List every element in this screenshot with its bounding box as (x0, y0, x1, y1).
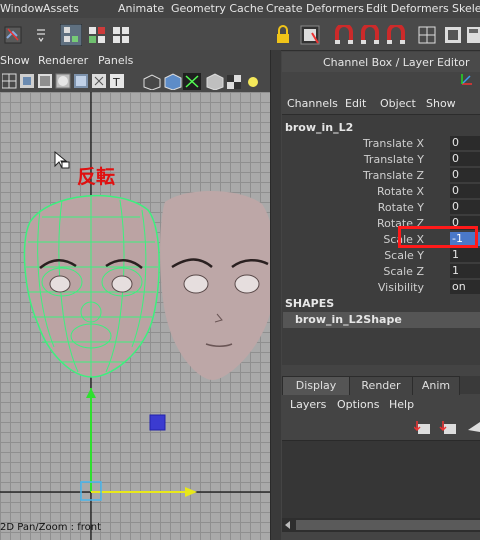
menu-animate[interactable]: Animate (118, 2, 164, 15)
shapes-section-label: SHAPES (285, 297, 335, 310)
options-menu[interactable]: Options (337, 398, 379, 411)
select-by-hierarchy-icon[interactable] (60, 24, 82, 46)
select-by-component-icon[interactable] (112, 26, 130, 44)
snap-to-point-magnet-icon[interactable] (386, 25, 408, 45)
translate-y-label[interactable]: Translate Y (364, 153, 424, 166)
layer-buttons (414, 421, 480, 434)
layers-menu[interactable]: Layers (290, 398, 326, 411)
translate-z-value[interactable]: 0 (450, 168, 480, 182)
help-menu[interactable]: Help (389, 398, 414, 411)
visibility-value[interactable]: on (450, 280, 480, 294)
viewport-shading-icons[interactable]: T (2, 73, 262, 90)
menu-geometry-cache[interactable]: Geometry Cache (171, 2, 264, 15)
shape-node-name[interactable]: brow_in_L2Shape (295, 313, 402, 326)
lock-icon[interactable] (275, 25, 291, 45)
translate-x-label[interactable]: Translate X (363, 137, 424, 150)
menu-assets[interactable]: Assets (43, 2, 79, 15)
layer-options-icon[interactable] (468, 422, 480, 432)
status-line-toolbar (0, 18, 480, 51)
highlight-selection-icon[interactable] (300, 25, 320, 45)
scale-z-label[interactable]: Scale Z (383, 265, 424, 278)
render-view-icon[interactable] (466, 26, 480, 44)
axis-gizmo-icon (461, 74, 472, 85)
object-menu[interactable]: Object (380, 97, 416, 110)
scale-y-label[interactable]: Scale Y (384, 249, 424, 262)
scale-z-value[interactable]: 1 (450, 264, 480, 278)
channel-box-title: Channel Box / Layer Editor (323, 56, 470, 69)
translate-x-value[interactable]: 0 (450, 136, 480, 150)
rotate-y-value[interactable]: 0 (450, 200, 480, 214)
menu-window[interactable]: Window (0, 2, 43, 15)
tab-anim[interactable]: Anim (412, 376, 460, 395)
menu-create-deformers[interactable]: Create Deformers (266, 2, 364, 15)
new-layer-icon[interactable] (414, 421, 430, 434)
layer-scrollbar[interactable] (282, 518, 480, 532)
panel-splitter[interactable] (270, 50, 281, 540)
svg-text:T: T (112, 76, 120, 89)
viewport-panel-menu: Show Renderer Panels (0, 50, 272, 70)
layer-list[interactable] (282, 440, 480, 519)
separator-arrows-icon[interactable] (36, 28, 46, 42)
viewport-menu-show[interactable]: Show (0, 54, 30, 67)
menu-edit-deformers[interactable]: Edit Deformers (366, 2, 449, 15)
viewport-scene (0, 92, 270, 540)
translate-z-label[interactable]: Translate Z (363, 169, 424, 182)
translate-y-value[interactable]: 0 (450, 152, 480, 166)
rotate-x-label[interactable]: Rotate X (377, 185, 424, 198)
viewport-front-view[interactable]: 反転 2D Pan/Zoom : front (0, 92, 270, 540)
scroll-thumb[interactable] (296, 520, 480, 530)
snap-to-curve-magnet-icon[interactable] (360, 25, 382, 45)
channel-box-title-bar: Channel Box / Layer Editor (282, 52, 480, 85)
snap-to-view-plane-icon[interactable] (418, 26, 436, 44)
rotate-y-label[interactable]: Rotate Y (378, 201, 424, 214)
viewport-toolbar: T (0, 70, 272, 93)
edit-menu[interactable]: Edit (345, 97, 366, 110)
channel-box-menu: Channels Edit Object Show (282, 94, 480, 114)
object-name[interactable]: brow_in_L2 (285, 121, 353, 134)
menu-skeleton[interactable]: Skelet (452, 2, 480, 15)
snap-to-grid-magnet-icon[interactable] (334, 25, 356, 45)
show-menu[interactable]: Show (426, 97, 456, 110)
new-layer-from-selection-icon[interactable] (439, 421, 456, 434)
viewport-status-text: 2D Pan/Zoom : front (0, 522, 102, 533)
select-by-object-type-icon[interactable] (88, 26, 106, 44)
select-tool-icon[interactable] (4, 26, 22, 44)
tab-display[interactable]: Display (282, 376, 350, 395)
scroll-left-icon[interactable] (285, 521, 290, 529)
flip-annotation: 反転 (77, 166, 116, 188)
layer-editor-tabs: Display Render Anim (282, 376, 480, 395)
scale-x-highlight-box (398, 226, 478, 248)
render-settings-icon[interactable] (444, 26, 462, 44)
main-menu-bar: Window Assets Animate Geometry Cache Cre… (0, 0, 480, 18)
layer-editor-menu: Layers Options Help (282, 395, 480, 415)
tab-render[interactable]: Render (349, 376, 413, 395)
viewport-menu-panels[interactable]: Panels (98, 54, 133, 67)
channels-menu[interactable]: Channels (287, 97, 338, 110)
scale-y-value[interactable]: 1 (450, 248, 480, 262)
rotate-x-value[interactable]: 0 (450, 184, 480, 198)
viewport-menu-renderer[interactable]: Renderer (38, 54, 88, 67)
visibility-label[interactable]: Visibility (378, 281, 424, 294)
